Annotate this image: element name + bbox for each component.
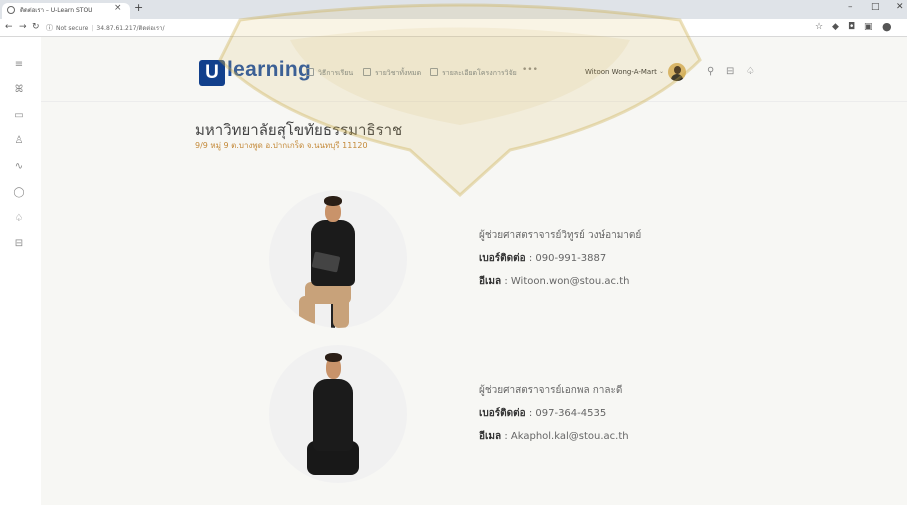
app-header: U learning วิธีการเรียน รายวิชาทั้งหมด ร… (41, 37, 907, 102)
chevron-down-icon[interactable]: ⌄ (659, 68, 664, 75)
browser-tab-bar: ติดต่อเรา – U-Learn STOU × + – □ ✕ (0, 0, 907, 19)
close-window-button[interactable]: ✕ (896, 2, 904, 12)
avatar[interactable] (668, 63, 686, 81)
tab-close-icon[interactable]: × (114, 3, 122, 13)
user-name[interactable]: Witoon Wong-A-Mart (585, 68, 657, 76)
menu-how-to-study[interactable]: วิธีการเรียน (306, 68, 353, 79)
contact-phone: เบอร์ติดต่อ : 090-991-3887 (479, 253, 607, 264)
u-learning-logo[interactable]: U (199, 60, 225, 86)
minimize-button[interactable]: – (848, 2, 853, 12)
url-text: 34.87.61.217/ติดต่อเรา/ (96, 25, 165, 32)
university-address: 9/9 หมู่ 9 ต.บางพูด อ.ปากเกร็ด จ.นนทบุรี… (195, 141, 368, 150)
menu-research-details[interactable]: รายละเอียดโครงการวิจัย (430, 68, 517, 79)
contact-card-2: ผู้ช่วยศาสตราจารย์เอกพล กาละดี เบอร์ติดต… (479, 383, 629, 452)
more-menu-icon[interactable]: ••• (522, 65, 538, 75)
puzzle-icon[interactable]: ▣ (864, 22, 873, 32)
contact-email: อีเมล : Witoon.won@stou.ac.th (479, 276, 630, 287)
tab-title: ติดต่อเรา – U-Learn STOU (20, 7, 93, 14)
star-icon[interactable]: ☆ (815, 22, 823, 32)
search-icon[interactable]: ⚲ (707, 66, 714, 77)
forward-icon[interactable]: → (19, 22, 27, 32)
phone-value: 090-991-3887 (535, 253, 607, 264)
contact-photo-2 (269, 345, 407, 483)
email-value[interactable]: Witoon.won@stou.ac.th (511, 276, 630, 287)
maximize-button[interactable]: □ (871, 2, 880, 12)
email-value[interactable]: Akaphol.kal@stou.ac.th (511, 431, 629, 442)
contact-name: ผู้ช่วยศาสตราจารย์เอกพล กาละดี (479, 385, 623, 396)
globe-icon (7, 6, 15, 14)
bell-icon[interactable]: ♤ (12, 213, 26, 224)
contact-phone: เบอร์ติดต่อ : 097-364-4535 (479, 408, 607, 419)
info-icon[interactable]: ⓘ (46, 23, 53, 33)
bell-icon[interactable]: ♤ (746, 66, 755, 77)
users-icon[interactable]: ꕤ (12, 84, 26, 95)
phone-value: 097-364-4535 (535, 408, 607, 419)
browser-tab[interactable]: ติดต่อเรา – U-Learn STOU × (2, 3, 130, 19)
reload-icon[interactable]: ↻ (32, 22, 40, 32)
document-icon (306, 68, 314, 76)
security-label: Not secure (56, 25, 89, 32)
grid-icon (363, 68, 371, 76)
contact-photo-1 (269, 190, 407, 328)
profile-icon[interactable]: ● (882, 20, 892, 33)
menu-icon[interactable]: ≡ (12, 59, 26, 70)
new-tab-button[interactable]: + (134, 1, 143, 14)
logo-text[interactable]: learning (227, 58, 311, 82)
left-rail: ≡ ꕤ ▭ ♙ ∿ ◯ ♤ ⊟ (0, 37, 42, 505)
activity-icon[interactable]: ∿ (12, 161, 26, 172)
lock-icon[interactable]: ⊟ (12, 238, 26, 249)
contact-email: อีเมล : Akaphol.kal@stou.ac.th (479, 431, 629, 442)
menu-all-courses[interactable]: รายวิชาทั้งหมด (363, 68, 421, 79)
contact-card-1: ผู้ช่วยศาสตราจารย์วิทูรย์ วงษ์อามาตย์ เบ… (479, 228, 641, 297)
extension-icon[interactable]: ◆ (832, 22, 839, 32)
address-bar: ← → ↻ ⓘ Not secure | 34.87.61.217/ติดต่อเร… (0, 19, 907, 37)
lock-icon[interactable]: ⊟ (726, 66, 734, 77)
monitor-icon[interactable]: ▭ (12, 110, 26, 121)
chat-icon[interactable]: ◯ (12, 187, 26, 198)
contact-name: ผู้ช่วยศาสตราจารย์วิทูรย์ วงษ์อามาตย์ (479, 230, 642, 241)
main-content: มหาวิทยาลัยสุโขทัยธรรมาธิราช 9/9 หมู่ 9 … (41, 102, 907, 505)
back-icon[interactable]: ← (5, 22, 13, 32)
url-field[interactable]: Not secure | 34.87.61.217/ติดต่อเรา/ (56, 23, 164, 33)
user-icon[interactable]: ♙ (12, 135, 26, 146)
file-icon (430, 68, 438, 76)
camera-icon[interactable]: ◘ (848, 22, 855, 32)
